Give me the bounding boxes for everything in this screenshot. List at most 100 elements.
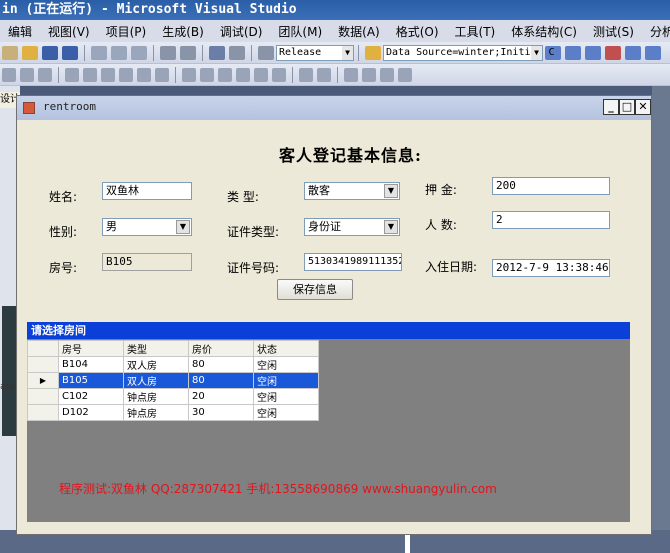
vs-menu-item[interactable]: 分析(N) — [642, 23, 670, 40]
room-number-field[interactable]: B105 — [102, 253, 192, 271]
row-header[interactable] — [27, 404, 59, 421]
room-number-cell[interactable]: B105 — [58, 372, 124, 389]
room-price-cell[interactable]: 20 — [188, 388, 254, 405]
column-header-status[interactable]: 状态 — [253, 340, 319, 357]
column-header-price[interactable]: 房价 — [188, 340, 254, 357]
start-debug-icon[interactable] — [258, 45, 274, 60]
open-folder-icon[interactable] — [22, 45, 38, 60]
row-header[interactable] — [27, 356, 59, 373]
guest-type-select[interactable]: 散客 ▼ — [304, 182, 400, 200]
align-right-icon[interactable] — [38, 67, 52, 82]
room-status-cell[interactable]: 空闲 — [253, 388, 319, 405]
config-dropdown[interactable]: Release ▼ — [276, 44, 354, 61]
chevron-down-icon[interactable]: ▼ — [384, 220, 398, 234]
find-icon[interactable] — [229, 45, 245, 60]
room-number-cell[interactable]: D102 — [58, 404, 124, 421]
toolbox-icon[interactable] — [605, 45, 621, 60]
decrease-spacing-icon[interactable] — [236, 67, 250, 82]
chevron-down-icon: ▼ — [531, 45, 542, 60]
class-view-icon[interactable] — [625, 45, 641, 60]
vs-menu-item[interactable]: 调试(D) — [212, 23, 271, 40]
save-icon[interactable] — [42, 45, 58, 60]
id-number-input[interactable]: 513034198911135252 — [304, 253, 402, 271]
vs-menu-item[interactable]: 项目(P) — [98, 23, 155, 40]
center-horizontal-icon[interactable] — [299, 67, 313, 82]
vs-menu-item[interactable]: 格式(O) — [388, 23, 447, 40]
chevron-down-icon[interactable]: ▼ — [176, 220, 190, 234]
object-browser-icon[interactable] — [645, 45, 661, 60]
people-input[interactable]: 2 — [492, 211, 610, 229]
minimize-button[interactable]: _ — [603, 99, 619, 115]
id-type-select[interactable]: 身份证 ▼ — [304, 218, 400, 236]
redo-icon[interactable] — [180, 45, 196, 60]
row-header[interactable] — [27, 388, 59, 405]
gender-label: 性别: — [49, 225, 78, 239]
table-row[interactable]: C102 钟点房 20 空闲 — [27, 388, 319, 405]
vs-menu-item[interactable]: 体系结构(C) — [503, 23, 585, 40]
vs-menu-item[interactable]: 团队(M) — [270, 23, 330, 40]
cut-icon[interactable] — [91, 45, 107, 60]
make-same-size-icon[interactable] — [155, 67, 169, 82]
paste-icon[interactable] — [131, 45, 147, 60]
table-row[interactable]: ▶ B105 双人房 80 空闲 — [27, 372, 319, 389]
datasource-dropdown[interactable]: Data Source=winter;Initial C ▼ — [383, 44, 555, 61]
room-status-cell[interactable]: 空闲 — [253, 404, 319, 421]
room-type-cell[interactable]: 钟点房 — [123, 404, 189, 421]
increase-spacing-icon[interactable] — [218, 67, 232, 82]
new-project-icon[interactable] — [2, 45, 18, 60]
room-number-cell[interactable]: C102 — [58, 388, 124, 405]
room-price-cell[interactable]: 80 — [188, 356, 254, 373]
deposit-input[interactable]: 200 — [492, 177, 610, 195]
chevron-down-icon[interactable]: ▼ — [384, 184, 398, 198]
align-center-icon[interactable] — [20, 67, 34, 82]
bring-front-icon[interactable] — [344, 67, 358, 82]
tab-order-icon[interactable] — [380, 67, 394, 82]
row-header[interactable]: ▶ — [27, 372, 59, 389]
room-number-cell[interactable]: B104 — [58, 356, 124, 373]
save-all-icon[interactable] — [62, 45, 78, 60]
checkin-date-input[interactable]: 2012-7-9 13:38:46 — [492, 259, 610, 277]
align-top-icon[interactable] — [65, 67, 79, 82]
room-type-cell[interactable]: 钟点房 — [123, 388, 189, 405]
center-vertical-icon[interactable] — [317, 67, 331, 82]
table-row[interactable]: D102 钟点房 30 空闲 — [27, 404, 319, 421]
vs-menu-item[interactable]: 生成(B) — [154, 23, 212, 40]
align-left-icon[interactable] — [2, 67, 16, 82]
size-to-grid-icon[interactable] — [182, 67, 196, 82]
room-type-cell[interactable]: 双人房 — [123, 372, 189, 389]
undo-icon[interactable] — [160, 45, 176, 60]
vs-menu-item[interactable]: 编辑 — [0, 23, 40, 40]
properties-icon[interactable] — [585, 45, 601, 60]
copy-icon[interactable] — [111, 45, 127, 60]
room-status-cell[interactable]: 空闲 — [253, 372, 319, 389]
table-row[interactable]: B104 双人房 80 空闲 — [27, 356, 319, 373]
datasource-icon[interactable] — [365, 45, 381, 60]
room-status-cell[interactable]: 空闲 — [253, 356, 319, 373]
navigate-icon[interactable] — [209, 45, 225, 60]
close-button[interactable]: ✕ — [635, 99, 651, 115]
gender-select[interactable]: 男 ▼ — [102, 218, 192, 236]
column-header-type[interactable]: 类型 — [123, 340, 189, 357]
current-row-icon: ▶ — [39, 376, 47, 385]
more-icon[interactable] — [398, 67, 412, 82]
solution-explorer-icon[interactable] — [565, 45, 581, 60]
save-button[interactable]: 保存信息 — [277, 279, 353, 300]
align-middle-icon[interactable] — [83, 67, 97, 82]
send-back-icon[interactable] — [362, 67, 376, 82]
make-same-height-icon[interactable] — [137, 67, 151, 82]
make-same-width-icon[interactable] — [119, 67, 133, 82]
remove-spacing-icon[interactable] — [254, 67, 268, 82]
vs-menu-item[interactable]: 测试(S) — [585, 23, 642, 40]
horizontal-spacing-icon[interactable] — [200, 67, 214, 82]
vs-menu-item[interactable]: 数据(A) — [330, 23, 388, 40]
name-input[interactable]: 双鱼林 — [102, 182, 192, 200]
align-bottom-icon[interactable] — [101, 67, 115, 82]
vs-menu-item[interactable]: 视图(V) — [40, 23, 98, 40]
vs-menu-item[interactable]: 工具(T) — [447, 23, 504, 40]
maximize-button[interactable]: □ — [619, 99, 635, 115]
room-price-cell[interactable]: 30 — [188, 404, 254, 421]
room-price-cell[interactable]: 80 — [188, 372, 254, 389]
room-type-cell[interactable]: 双人房 — [123, 356, 189, 373]
column-header-room[interactable]: 房号 — [58, 340, 124, 357]
vertical-spacing-icon[interactable] — [272, 67, 286, 82]
